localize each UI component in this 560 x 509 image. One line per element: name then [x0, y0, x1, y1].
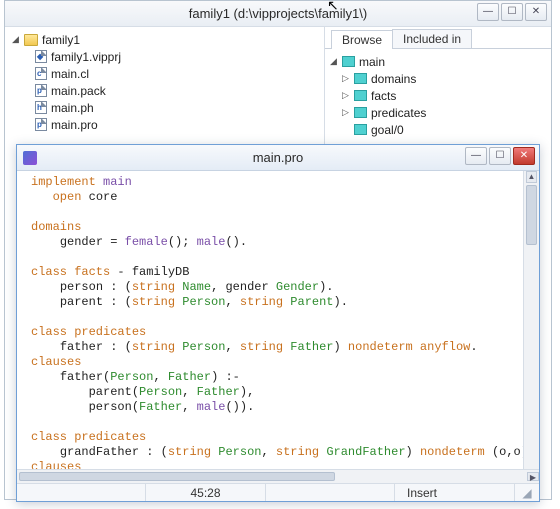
editor-window: main.pro — ☐ ✕ implement main open core … — [16, 144, 540, 502]
tree-file[interactable]: h main.ph — [11, 99, 318, 116]
horizontal-scrollbar[interactable]: ▶ — [17, 469, 539, 483]
maximize-button[interactable]: ☐ — [489, 147, 511, 165]
tree-file-label: main.pro — [51, 118, 98, 132]
file-icon: p — [35, 84, 47, 97]
code-area[interactable]: implement main open core domains gender … — [17, 171, 523, 483]
expand-icon[interactable]: ▷ — [341, 91, 350, 100]
tree-file-label: main.ph — [51, 101, 94, 115]
tree-root[interactable]: ◢ family1 — [11, 31, 318, 48]
browse-item-label: facts — [371, 89, 396, 103]
module-icon — [354, 73, 367, 84]
module-icon — [354, 124, 367, 135]
maximize-button[interactable]: ☐ — [501, 3, 523, 21]
status-bar: 45:28 Insert ◢ — [17, 483, 539, 501]
browse-item-label: predicates — [371, 106, 426, 120]
browse-item-label: domains — [371, 72, 416, 86]
expand-icon[interactable]: ▷ — [341, 108, 350, 117]
scroll-right-icon[interactable]: ▶ — [527, 472, 539, 481]
module-icon — [354, 90, 367, 101]
status-cursor-position: 45:28 — [146, 484, 266, 501]
editor-titlebar[interactable]: main.pro — ☐ ✕ — [17, 145, 539, 171]
file-icon: p — [35, 118, 47, 131]
file-icon: c — [35, 67, 47, 80]
status-empty — [17, 484, 146, 501]
browse-item[interactable]: ▷ predicates — [329, 104, 547, 121]
module-icon — [354, 107, 367, 118]
browse-leaf-label: goal/0 — [371, 123, 404, 137]
tree-file-label: family1.vipprj — [51, 50, 121, 64]
scroll-thumb[interactable] — [526, 185, 537, 245]
module-icon — [342, 56, 355, 67]
tree-file-label: main.pack — [51, 84, 106, 98]
close-button[interactable]: ✕ — [513, 147, 535, 165]
scroll-up-icon[interactable]: ▲ — [526, 171, 537, 183]
browse-tree: ◢ main ▷ domains ▷ facts ▷ predi — [325, 49, 551, 142]
tab-included-in[interactable]: Included in — [392, 29, 472, 48]
folder-icon — [24, 34, 38, 46]
editor-title: main.pro — [17, 150, 539, 165]
minimize-button[interactable]: — — [465, 147, 487, 165]
expand-icon[interactable]: ▷ — [341, 74, 350, 83]
vertical-scrollbar[interactable]: ▲ ▼ — [523, 171, 539, 483]
browse-item[interactable]: ▷ domains — [329, 70, 547, 87]
minimize-button[interactable]: — — [477, 3, 499, 21]
file-icon: h — [35, 101, 47, 114]
tree-file[interactable]: p main.pro — [11, 116, 318, 133]
tab-browse[interactable]: Browse — [331, 30, 393, 49]
tree-root-label: family1 — [42, 33, 80, 47]
collapse-icon[interactable]: ◢ — [11, 35, 20, 44]
browse-root-label: main — [359, 55, 385, 69]
browse-root[interactable]: ◢ main — [329, 53, 547, 70]
tree-file[interactable]: c main.cl — [11, 65, 318, 82]
status-insert-mode: Insert — [395, 484, 515, 501]
project-titlebar[interactable]: ↖ family1 (d:\vipprojects\family1\) — ☐ … — [5, 1, 551, 27]
project-title: family1 (d:\vipprojects\family1\) — [5, 6, 551, 21]
file-icon: ◆ — [35, 50, 47, 63]
tree-file[interactable]: p main.pack — [11, 82, 318, 99]
status-space — [266, 484, 395, 501]
collapse-icon[interactable]: ◢ — [329, 57, 338, 66]
browse-tabs: Browse Included in — [325, 27, 551, 49]
project-window-controls: — ☐ ✕ — [477, 3, 547, 21]
tree-file-label: main.cl — [51, 67, 89, 81]
close-button[interactable]: ✕ — [525, 3, 547, 21]
browse-leaf[interactable]: goal/0 — [329, 121, 547, 138]
tree-file[interactable]: ◆ family1.vipprj — [11, 48, 318, 65]
scroll-thumb[interactable] — [19, 472, 335, 481]
browse-item[interactable]: ▷ facts — [329, 87, 547, 104]
editor-window-controls: — ☐ ✕ — [465, 147, 535, 165]
resize-grip-icon[interactable]: ◢ — [515, 484, 539, 501]
